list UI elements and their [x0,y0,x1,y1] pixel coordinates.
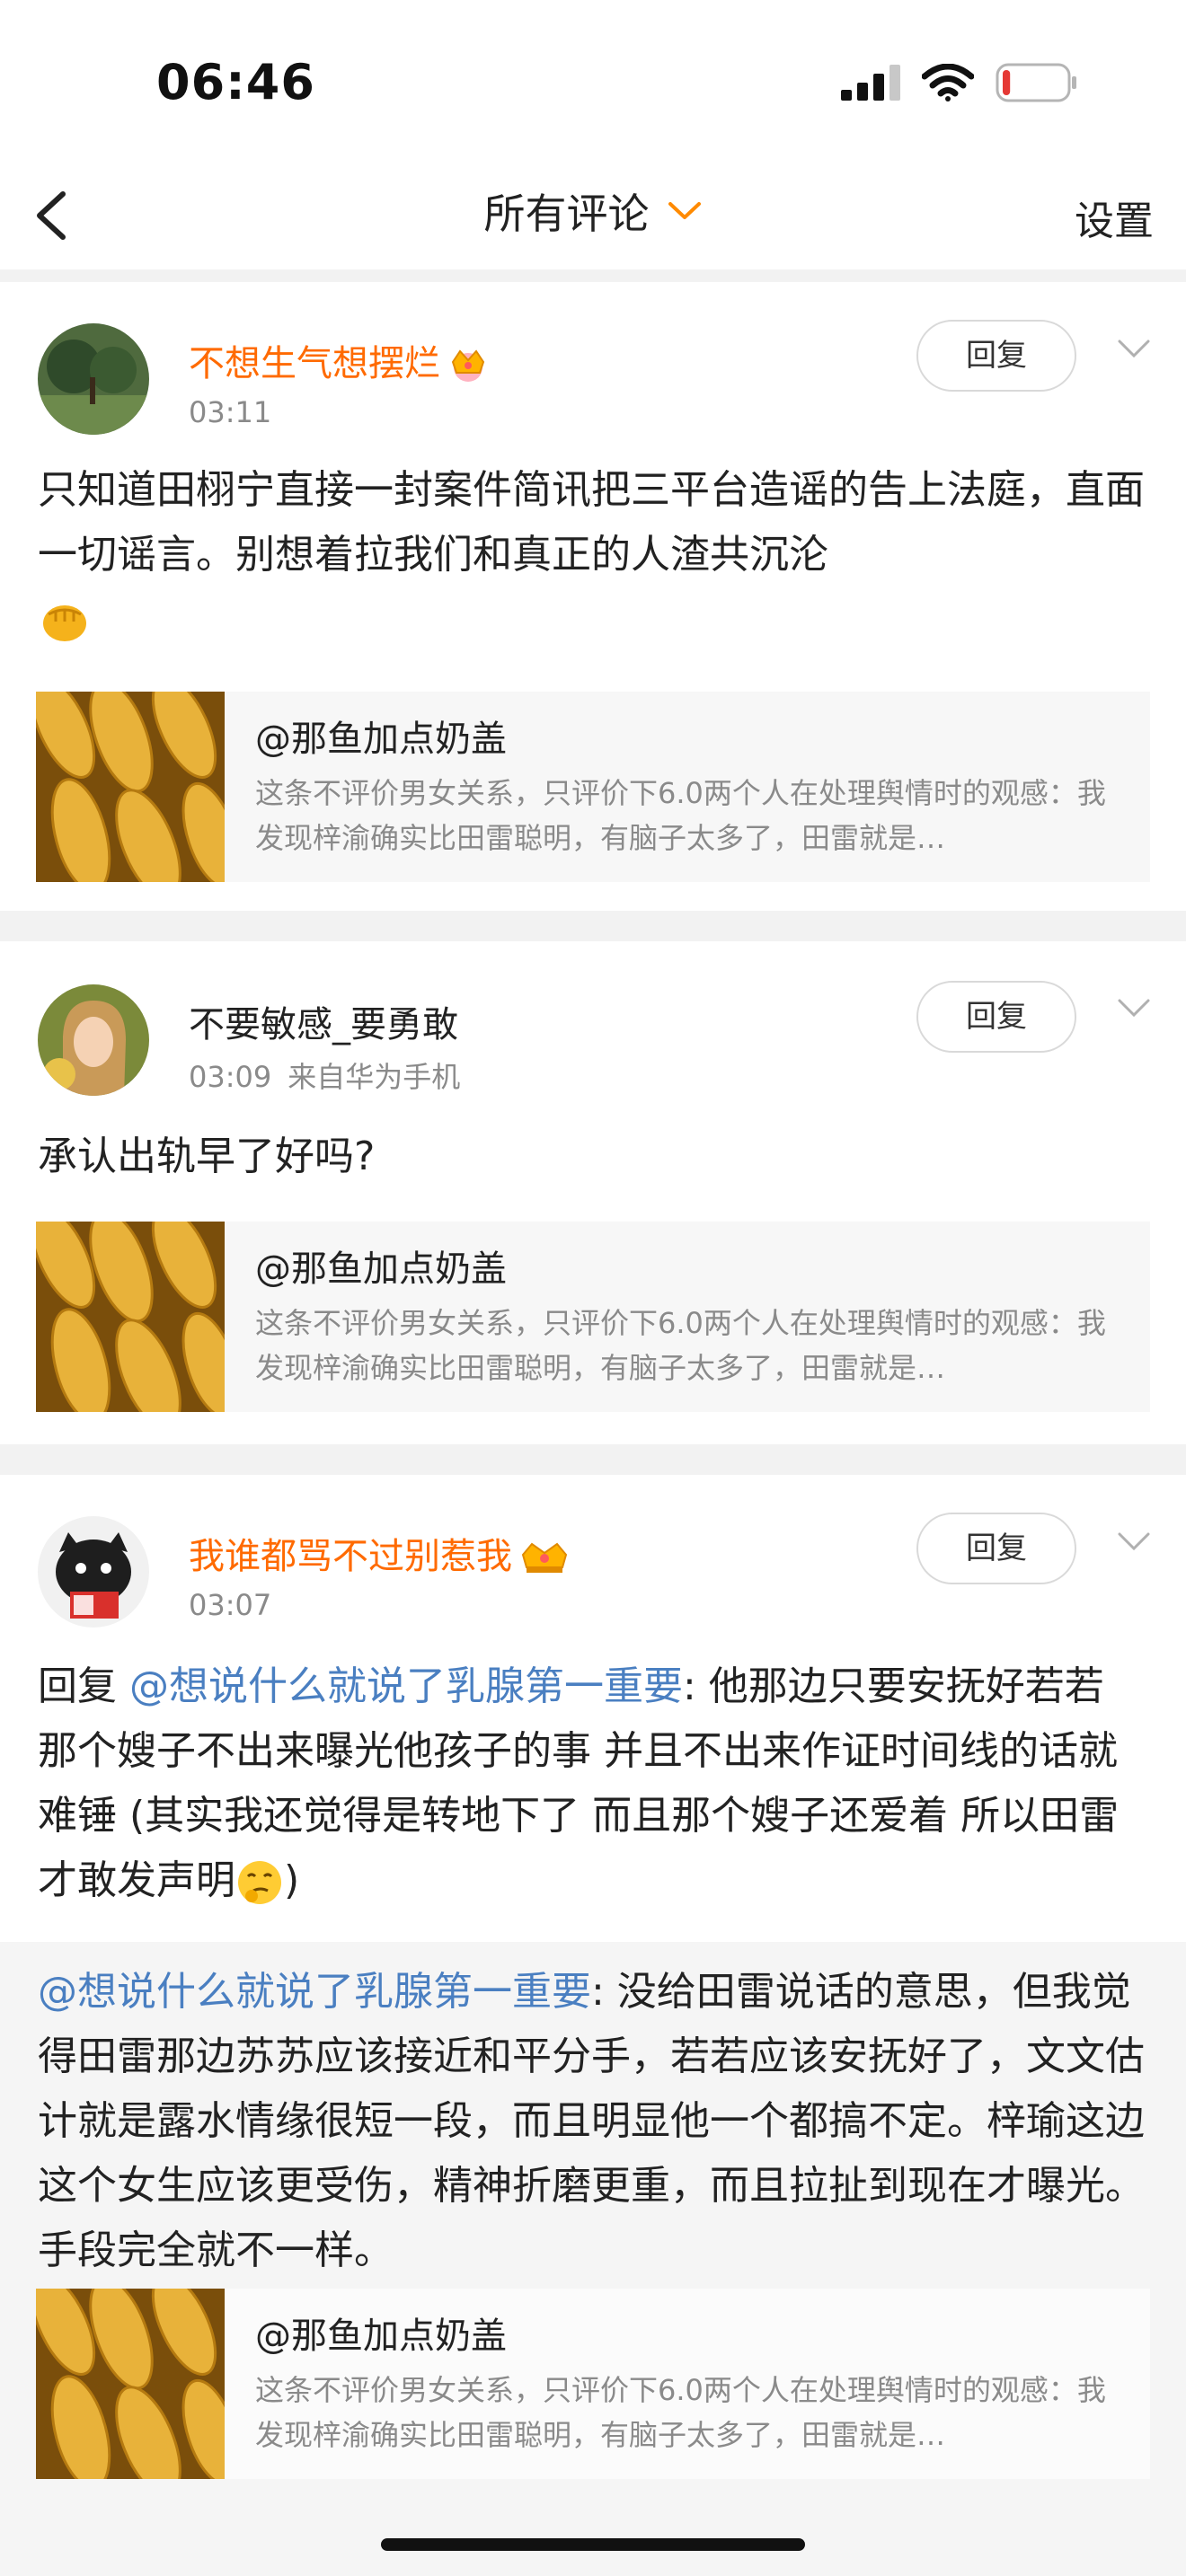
mention-link[interactable]: @想说什么就说了乳腺第一重要 [38,1969,591,2015]
comment-time: 03:11 [189,395,272,429]
post-thumbnail [36,692,225,882]
chevron-down-icon[interactable] [1116,1531,1152,1554]
comment-time: 03:09 [189,1060,272,1094]
post-author: @那鱼加点奶盖 [255,1248,507,1290]
thinking-emoji [238,1861,281,1904]
comment-time: 03:07 [189,1588,272,1622]
comment-source: 来自华为手机 [288,1060,461,1094]
divider [0,911,1186,941]
comment-body: 只知道田栩宁直接一封案件简讯把三平台造谣的告上法庭，直面一切谣言。别想着拉我们和… [38,467,1145,578]
comment-text: 承认出轨早了好吗? [38,1134,376,1179]
comment-body-end: ) [284,1857,300,1903]
avatar[interactable] [38,323,149,435]
username[interactable]: 我谁都骂不过别惹我 [189,1527,570,1579]
status-bar: 06:46 [0,0,1186,162]
divider [0,1444,1186,1475]
username[interactable]: 不要敏感_要勇敢 [189,995,458,1047]
navigation-bar: 所有评论 设置 [0,162,1186,269]
home-indicator[interactable] [381,2538,805,2551]
chevron-down-icon[interactable] [1116,997,1152,1020]
status-icons [841,63,1078,102]
comment-meta: 03:09 来自华为手机 [189,1054,460,1096]
reply-prefix: 回复 [38,1663,129,1709]
vip-crown-icon [521,1542,568,1573]
avatar[interactable] [38,984,149,1096]
wifi-icon [922,64,974,101]
reply-button[interactable]: 回复 [916,981,1076,1053]
comment-card: 我谁都骂不过别惹我 03:07 回复 回复 @想说什么就说了乳腺第一重要: 他那… [0,1475,1186,2576]
settings-button[interactable]: 设置 [1075,189,1154,246]
post-author: @那鱼加点奶盖 [255,719,507,760]
chevron-down-icon [668,202,701,219]
comment-filter-dropdown[interactable]: 所有评论 [0,181,1186,241]
username-text: 不想生气想摆烂 [189,343,440,384]
referenced-post[interactable]: @那鱼加点奶盖 这条不评价男女关系，只评价下6.0两个人在处理舆情时的观感：我发… [36,692,1150,882]
reply-button[interactable]: 回复 [916,1513,1076,1584]
post-author: @那鱼加点奶盖 [255,2316,507,2357]
battery-icon [996,63,1076,102]
post-excerpt: 这条不评价男女关系，只评价下6.0两个人在处理舆情时的观感：我发现梓渝确实比田雷… [255,776,1106,855]
comment-card: 不想生气想摆烂 03:11 回复 只知道田栩宁直接一封案件简讯把三平台造谣的告上… [0,282,1186,911]
comment-text: 只知道田栩宁直接一封案件简讯把三平台造谣的告上法庭，直面一切谣言。别想着拉我们和… [38,458,1152,652]
referenced-post[interactable]: @那鱼加点奶盖 这条不评价男女关系，只评价下6.0两个人在处理舆情时的观感：我发… [36,1222,1150,1412]
username-text: 我谁都骂不过别惹我 [189,1536,512,1577]
mention-link[interactable]: @想说什么就说了乳腺第一重要 [129,1663,683,1709]
comment-text: 回复 @想说什么就说了乳腺第一重要: 他那边只要安抚好若若 那个嫂子不出来曝光他… [38,1654,1152,1913]
divider [0,269,1186,282]
chevron-down-icon[interactable] [1116,338,1152,361]
reply-button[interactable]: 回复 [916,320,1076,392]
post-excerpt: 这条不评价男女关系，只评价下6.0两个人在处理舆情时的观感：我发现梓渝确实比田雷… [255,2373,1106,2452]
username-text: 不要敏感_要勇敢 [189,1004,458,1045]
post-thumbnail [36,1222,225,1412]
status-time: 06:46 [156,54,315,110]
quoted-reply-text: @想说什么就说了乳腺第一重要: 没给田雷说话的意思，但我觉得田雷那边苏苏应该接近… [38,1960,1152,2283]
comment-card: 不要敏感_要勇敢 03:09 来自华为手机 回复 承认出轨早了好吗? @那鱼加点奶… [0,941,1186,1444]
post-excerpt: 这条不评价男女关系，只评价下6.0两个人在处理舆情时的观感：我发现梓渝确实比田雷… [255,1306,1106,1385]
username[interactable]: 不想生气想摆烂 [189,334,489,386]
referenced-post[interactable]: @那鱼加点奶盖 这条不评价男女关系，只评价下6.0两个人在处理舆情时的观感：我发… [36,2289,1150,2479]
quoted-reply-block: @想说什么就说了乳腺第一重要: 没给田雷说话的意思，但我觉得田雷那边苏苏应该接近… [0,1942,1186,2576]
avatar[interactable] [38,1516,149,1628]
fist-emoji [43,605,86,641]
signal-icon [841,65,900,101]
post-thumbnail [36,2289,225,2479]
vip-crown-icon [451,349,485,382]
page-title: 所有评论 [483,190,650,238]
